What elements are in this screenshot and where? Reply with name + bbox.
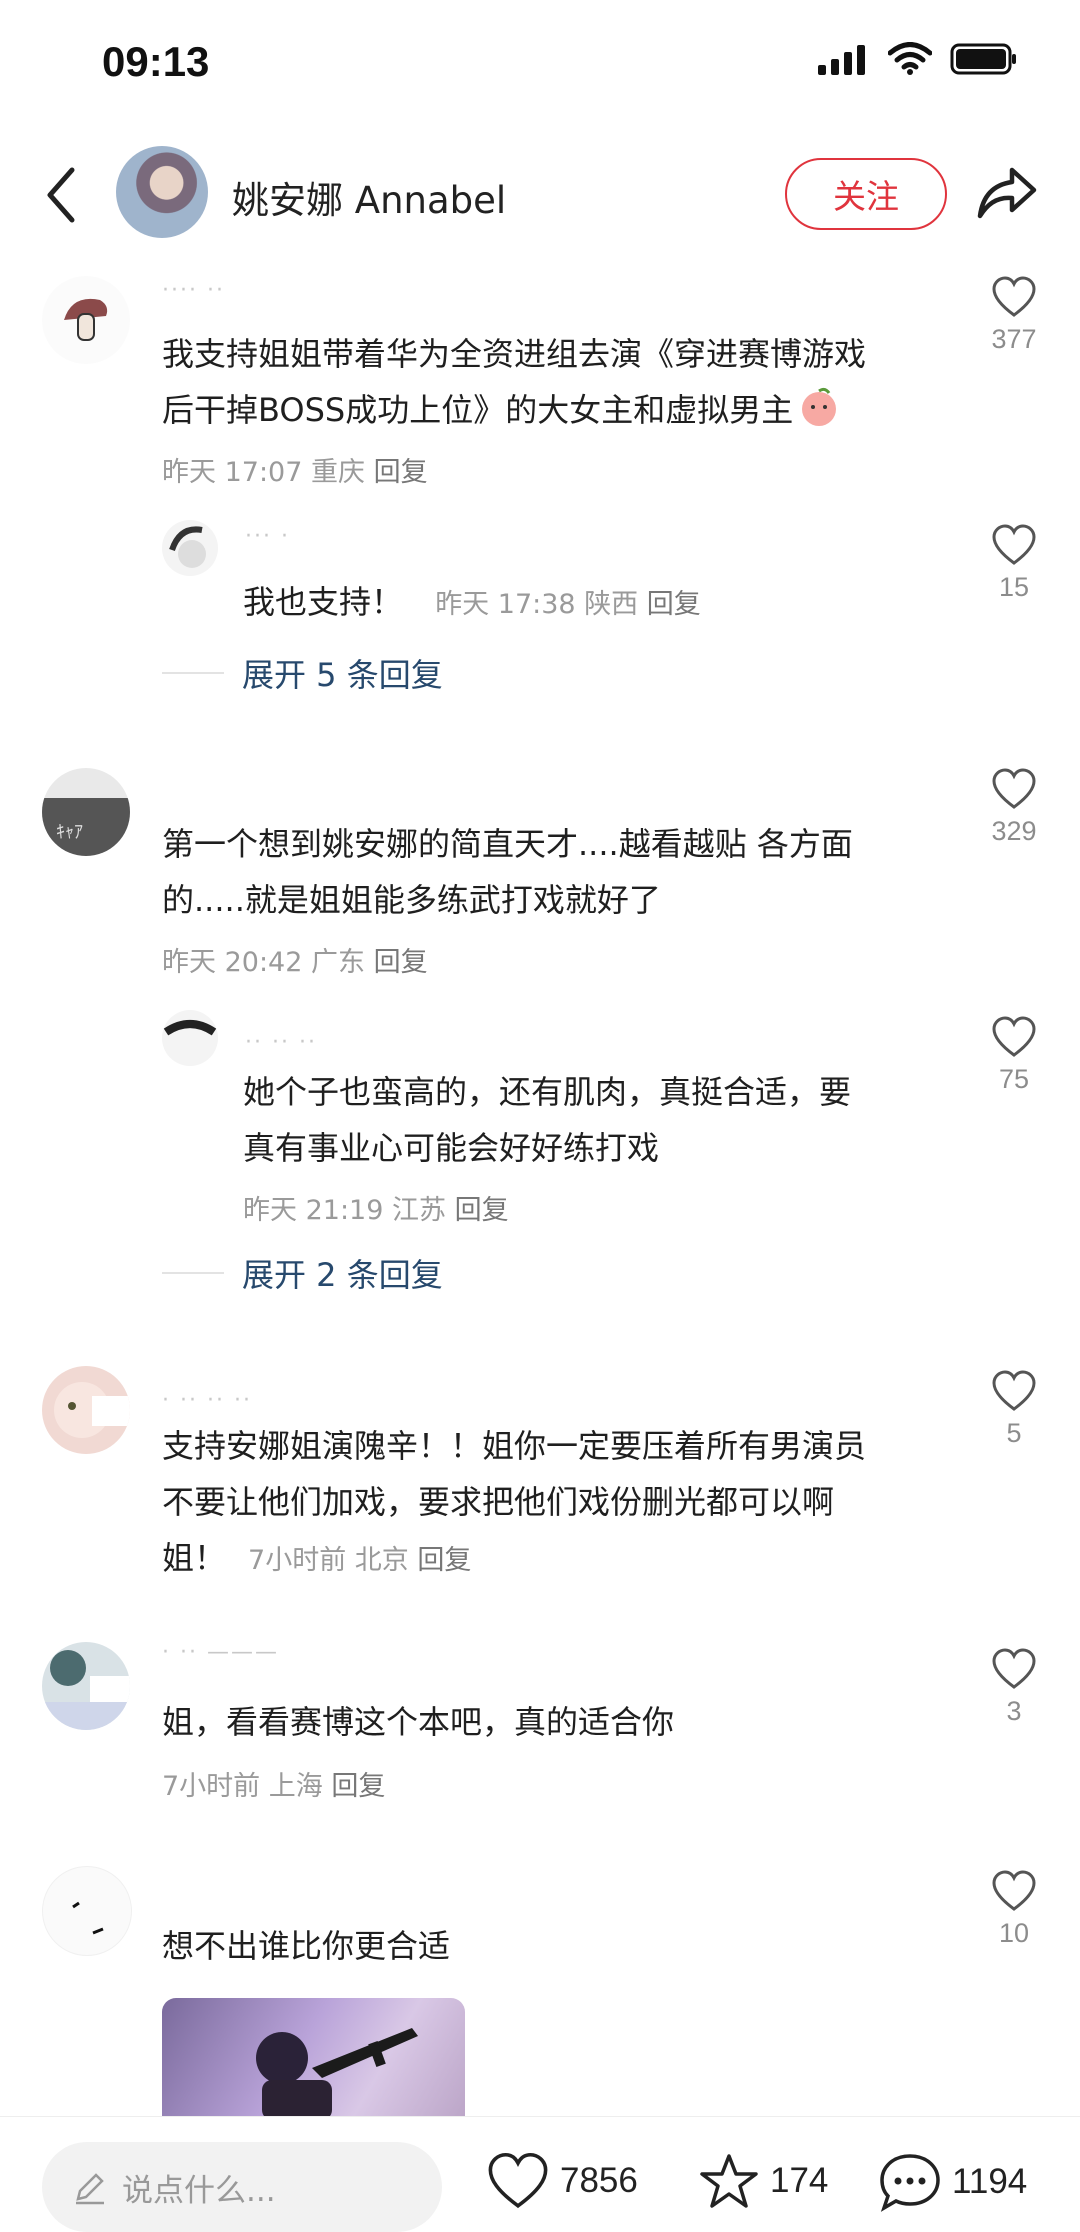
- like-button[interactable]: 3: [979, 1648, 1049, 1727]
- comment-input[interactable]: 说点什么...: [42, 2142, 442, 2232]
- chevron-left-icon: [47, 167, 75, 223]
- pencil-icon: [76, 2173, 104, 2205]
- reply-button[interactable]: 回复: [374, 947, 428, 978]
- reply-button[interactable]: 回复: [374, 457, 428, 488]
- expand-replies-link[interactable]: 展开 2 条回复: [162, 1250, 443, 1296]
- comment-text: 支持安娜姐演隗辛！！姐你一定要压着所有男演员 不要让他们加戏，要求把他们戏份删光…: [162, 1427, 867, 1577]
- comments-button[interactable]: 1194: [878, 2152, 1027, 2212]
- star-icon: [700, 2154, 758, 2208]
- favorite-button[interactable]: 174: [698, 2152, 828, 2210]
- like-button[interactable]: 75: [979, 1016, 1049, 1095]
- avatar-photo-icon: [42, 1650, 130, 1730]
- reply-text: 我也支持！ 昨天 17:38 陕西 回复: [243, 583, 701, 621]
- commenter-avatar[interactable]: ｷｬｱ: [42, 768, 130, 856]
- comment-image-thumbnail[interactable]: [162, 1998, 465, 2116]
- like-button[interactable]: 377: [979, 276, 1049, 355]
- heart-icon: [992, 524, 1036, 565]
- reply-text: 她个子也蛮高的，还有肌肉，真挺合适，要 真有事业心可能会好好练打戏: [243, 1073, 852, 1167]
- reply-button[interactable]: 回复: [331, 1771, 385, 1802]
- commenter-avatar[interactable]: [42, 276, 130, 364]
- back-button[interactable]: [38, 160, 88, 230]
- follow-button[interactable]: 关注: [785, 158, 947, 230]
- avatar-photo-icon: [54, 1382, 130, 1438]
- comment-meta: 7小时前 上海 回复: [162, 1771, 386, 1802]
- reply-button[interactable]: 回复: [647, 589, 701, 620]
- battery-icon: [950, 43, 1016, 75]
- comment-text: 想不出谁比你更合适: [162, 1927, 451, 1965]
- author-name[interactable]: 姚安娜 Annabel: [232, 170, 506, 224]
- commenter-name-obscured: · ·· ·· ··: [162, 1388, 252, 1413]
- replier-name-obscured: ·· ·· ··: [245, 1030, 317, 1055]
- heart-icon: [992, 276, 1036, 317]
- comment-meta: 昨天 20:42 广东 回复: [162, 947, 428, 978]
- reply-meta: 昨天 21:19 江苏 回复: [243, 1195, 509, 1226]
- like-button[interactable]: 10: [979, 1870, 1049, 1949]
- commenter-avatar[interactable]: [42, 1366, 130, 1454]
- heart-icon: [992, 1648, 1036, 1689]
- replier-name-obscured: ··· ·: [245, 524, 290, 549]
- reply-avatar[interactable]: [162, 1010, 218, 1066]
- comment-meta: 昨天 17:07 重庆 回复: [162, 457, 428, 488]
- commenter-avatar[interactable]: [42, 1642, 130, 1730]
- commenter-name-obscured: ···· ··: [162, 278, 225, 303]
- status-icons: [818, 42, 1018, 76]
- comment-text: 我支持姐姐带着华为全资进组去演《穿进赛博游戏 后干掉BOSS成功上位》的大女主和…: [162, 335, 867, 429]
- comment-text: 姐，看看赛博这个本吧，真的适合你: [162, 1703, 675, 1741]
- reply-button[interactable]: 回复: [455, 1195, 509, 1226]
- status-time: 09:13: [102, 38, 210, 85]
- figure-with-rifle-icon: [256, 2028, 418, 2116]
- heart-icon: [488, 2152, 548, 2209]
- heart-icon: [992, 768, 1036, 809]
- expand-replies-link[interactable]: 展开 5 条回复: [162, 650, 443, 696]
- signal-icon: [818, 45, 865, 75]
- comment-text: 第一个想到姚安娜的简直天才....越看越贴 各方面 的.....就是姐姐能多练武…: [162, 825, 853, 919]
- divider-line: [162, 1272, 224, 1274]
- like-total-button[interactable]: 7856: [486, 2152, 638, 2210]
- reply-avatar[interactable]: [162, 520, 218, 576]
- like-button[interactable]: 329: [979, 768, 1049, 847]
- heart-icon: [992, 1016, 1036, 1057]
- avatar-sketch-icon: [169, 526, 206, 568]
- like-button[interactable]: 5: [979, 1370, 1049, 1449]
- share-icon: [977, 167, 1037, 219]
- reply-button[interactable]: 回复: [417, 1545, 471, 1576]
- wifi-icon: [888, 42, 932, 75]
- svg-text:ｷｬｱ: ｷｬｱ: [56, 822, 83, 843]
- heart-icon: [992, 1870, 1036, 1911]
- speech-bubble-icon: [880, 2154, 940, 2212]
- heart-icon: [992, 1370, 1036, 1411]
- avatar-photo-icon: ｷｬｱ: [42, 798, 130, 856]
- mushroom-icon: [64, 298, 108, 341]
- like-button[interactable]: 15: [979, 524, 1049, 603]
- share-button[interactable]: [976, 162, 1038, 222]
- avatar-sketch-icon: [163, 1020, 217, 1036]
- avatar-sketch-icon: [72, 1901, 104, 1935]
- commenter-avatar[interactable]: [42, 1866, 132, 1956]
- peach-emoji-icon: [802, 387, 837, 426]
- divider-line: [162, 672, 224, 674]
- commenter-name-obscured: · ·· ———: [162, 1640, 279, 1665]
- author-avatar[interactable]: [116, 146, 208, 238]
